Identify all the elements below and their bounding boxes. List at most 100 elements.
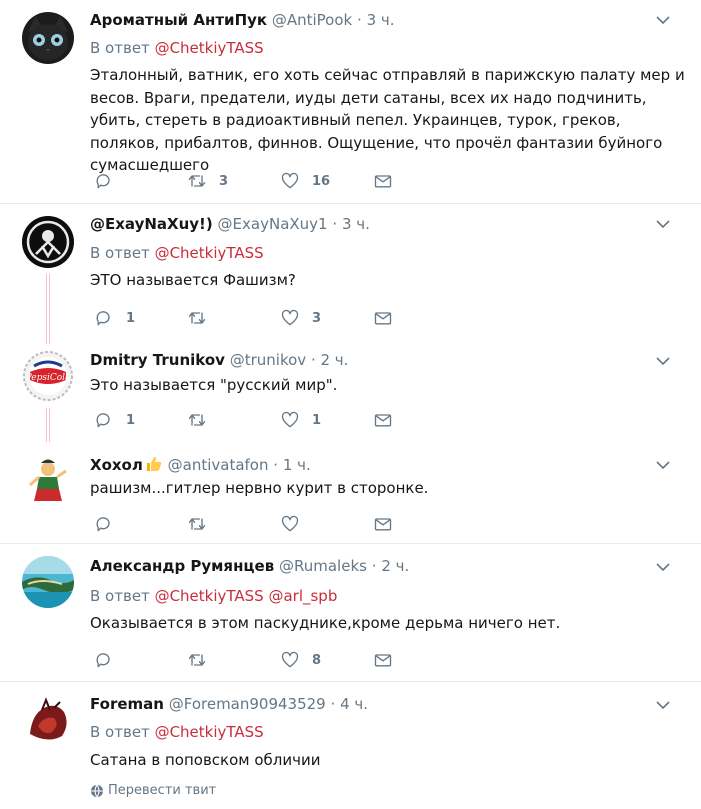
tweet[interactable]: Foreman @Foreman90943529 · 4 ч. В ответ … [0, 682, 701, 809]
tweet-actions: 3 16 [90, 170, 410, 192]
reply-icon [96, 413, 110, 428]
chevron-down-icon[interactable] [656, 15, 670, 25]
display-name[interactable]: Ароматный АнтиПук [90, 11, 267, 29]
reply-context: В ответ @ChetkiyTASS [90, 723, 264, 741]
reply-button[interactable] [94, 513, 126, 535]
tweet-text: ЭТО называется Фашизм? [90, 271, 296, 289]
like-button[interactable]: 16 [280, 170, 330, 192]
like-count: 8 [312, 652, 322, 668]
chevron-down-icon[interactable] [656, 700, 670, 710]
retweet-button[interactable] [187, 513, 219, 535]
svg-text:PepsiCola: PepsiCola [25, 373, 71, 383]
separator-dot: · [332, 215, 338, 233]
tweet-header: Ароматный АнтиПук @AntiPook · 3 ч. [90, 11, 395, 29]
translate-tweet-link[interactable]: Перевести твит [90, 783, 216, 798]
chevron-down-icon[interactable] [656, 562, 670, 572]
direct-message-button[interactable] [373, 513, 393, 535]
user-handle[interactable]: @trunikov [230, 351, 306, 369]
reply-prefix: В ответ [90, 244, 150, 262]
mention-link[interactable]: @ChetkiyTASS [155, 244, 264, 262]
like-button[interactable]: 8 [280, 649, 321, 671]
heart-icon [281, 172, 299, 189]
globe-icon [91, 784, 103, 797]
display-name[interactable]: Александр Румянцев [90, 557, 274, 575]
avatar[interactable] [22, 455, 74, 507]
chevron-down-icon[interactable] [656, 356, 670, 366]
display-name[interactable]: @ExayNaXuy!) [90, 215, 213, 233]
display-name[interactable]: Хохол [90, 456, 143, 474]
user-handle[interactable]: @AntiPook [272, 11, 352, 29]
like-button[interactable] [280, 513, 312, 535]
timestamp[interactable]: 1 ч. [283, 456, 311, 474]
like-button[interactable]: 3 [280, 307, 321, 329]
thumbs-up-icon [146, 456, 162, 471]
tweet-header: @ExayNaXuy!) @ExayNaXuy1 · 3 ч. [90, 215, 370, 233]
tweet[interactable]: Ароматный АнтиПук @AntiPook · 3 ч. В отв… [0, 0, 701, 203]
timestamp[interactable]: 2 ч. [321, 351, 349, 369]
heart-icon [281, 411, 299, 428]
direct-message-button[interactable] [373, 170, 393, 192]
like-button[interactable]: 1 [280, 409, 321, 431]
reply-context: В ответ @ChetkiyTASS [90, 244, 264, 262]
envelope-icon [374, 414, 392, 427]
tweet-actions [90, 513, 410, 535]
tweet-actions: 8 [90, 649, 410, 671]
envelope-icon [374, 654, 392, 667]
reply-count: 1 [126, 412, 136, 428]
heart-icon [281, 309, 299, 326]
display-name[interactable]: Dmitry Trunikov [90, 351, 225, 369]
timestamp[interactable]: 4 ч. [340, 695, 368, 713]
reply-prefix: В ответ [90, 723, 150, 741]
envelope-icon [374, 518, 392, 531]
reply-prefix: В ответ [90, 39, 150, 57]
chevron-down-icon[interactable] [656, 460, 670, 470]
retweet-button[interactable] [187, 307, 219, 329]
separator-dot: · [357, 11, 362, 29]
like-count: 3 [312, 310, 322, 326]
mention-link[interactable]: @arl_spb [268, 587, 337, 605]
display-name[interactable]: Foreman [90, 695, 164, 713]
retweet-count: 3 [219, 173, 229, 189]
reply-count: 1 [126, 310, 136, 326]
reply-button[interactable] [94, 170, 126, 192]
heart-icon [281, 651, 299, 668]
separator-dot: · [310, 351, 316, 369]
tweet-text: Это называется "русский мир". [90, 376, 338, 394]
tweet[interactable]: Хохол @antivatafon · 1 ч. рашизм...гитле… [0, 443, 701, 543]
retweet-button[interactable]: 3 [187, 170, 228, 192]
mention-link[interactable]: @ChetkiyTASS [155, 587, 264, 605]
timestamp[interactable]: 2 ч. [381, 557, 409, 575]
retweet-icon [188, 414, 206, 426]
avatar[interactable] [22, 216, 74, 268]
user-handle[interactable]: @antivatafon [168, 456, 269, 474]
reply-button[interactable]: 1 [94, 307, 135, 329]
tweet[interactable]: @ExayNaXuy!) @ExayNaXuy1 · 3 ч. В ответ … [0, 204, 701, 344]
tweet[interactable]: Александр Румянцев @Rumaleks · 2 ч. В от… [0, 544, 701, 681]
mention-link[interactable]: @ChetkiyTASS [155, 723, 264, 741]
tweet[interactable]: PepsiCola Dmitry Trunikov @trunikov · 2 … [0, 338, 701, 442]
retweet-button[interactable] [187, 409, 219, 431]
avatar[interactable]: PepsiCola [22, 350, 74, 402]
timestamp[interactable]: 3 ч. [342, 215, 370, 233]
thread-connector [46, 408, 50, 442]
envelope-icon [374, 175, 392, 188]
timestamp[interactable]: 3 ч. [367, 11, 395, 29]
tweet-text: Эталонный, ватник, его хоть сейчас отпра… [90, 66, 685, 174]
chevron-down-icon[interactable] [656, 219, 670, 229]
direct-message-button[interactable] [373, 649, 393, 671]
avatar[interactable] [22, 694, 74, 746]
user-handle[interactable]: @ExayNaXuy1 [218, 215, 328, 233]
reply-button[interactable]: 1 [94, 409, 135, 431]
tweet-actions: 1 3 [90, 307, 410, 329]
reply-button[interactable] [94, 649, 126, 671]
user-handle[interactable]: @Foreman90943529 [169, 695, 326, 713]
avatar[interactable] [22, 12, 74, 64]
retweet-button[interactable] [187, 649, 219, 671]
reply-context: В ответ @ChetkiyTASS [90, 39, 264, 57]
direct-message-button[interactable] [373, 307, 393, 329]
mention-link[interactable]: @ChetkiyTASS [155, 39, 264, 57]
avatar[interactable] [22, 556, 74, 608]
retweet-icon [188, 518, 206, 530]
direct-message-button[interactable] [373, 409, 393, 431]
user-handle[interactable]: @Rumaleks [279, 557, 367, 575]
